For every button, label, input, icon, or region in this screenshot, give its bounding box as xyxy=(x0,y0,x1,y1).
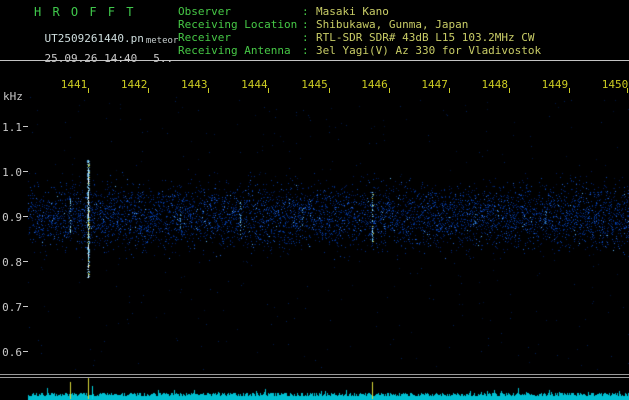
y-tick-mark xyxy=(23,261,28,262)
info-colon: : xyxy=(302,44,309,57)
x-tick-mark xyxy=(88,88,90,93)
header-counter: 5.. xyxy=(153,52,174,65)
info-colon: : xyxy=(302,5,309,18)
x-tick-mark xyxy=(448,88,450,93)
x-tick-label: 1448 xyxy=(481,78,509,91)
separator-line xyxy=(0,377,629,378)
x-tick-label: 1442 xyxy=(120,78,148,91)
x-tick-mark xyxy=(268,88,270,93)
x-tick-label: 1447 xyxy=(421,78,448,91)
info-row-location: Receiving Location: Shibukawa, Gunma, Jap… xyxy=(178,18,541,31)
header-separator-line xyxy=(0,60,629,61)
info-label: Observer xyxy=(178,5,231,18)
time-axis: 1441 1442 1443 1444 1445 1446 1447 1448 1449 1450 xyxy=(0,78,629,95)
info-label: Receiving Antenna xyxy=(178,44,291,57)
y-tick-label: 1.0 xyxy=(2,165,22,179)
info-row-observer: Observer: Masaki Kano xyxy=(178,5,541,18)
info-value: RTL-SDR SDR# 43dB L15 103.2MHz CW xyxy=(316,31,535,44)
y-tick-label: 0.6 xyxy=(2,345,22,359)
y-tick-mark xyxy=(23,351,28,352)
info-row-receiver: Receiver: RTL-SDR SDR# 43dB L15 103.2MHz … xyxy=(178,31,541,44)
x-tick-mark xyxy=(508,88,510,93)
y-tick-label: 0.8 xyxy=(2,255,22,269)
y-tick-mark xyxy=(23,306,28,307)
x-tick-label: 1445 xyxy=(301,78,328,91)
hrofft-window: H R O F F T UT2509261440.pn meteor 25.09.… xyxy=(0,0,629,400)
x-tick-mark xyxy=(388,88,390,93)
y-tick-label: 1.1 xyxy=(2,120,22,134)
x-tick-mark xyxy=(148,88,150,93)
info-colon: : xyxy=(302,31,309,44)
y-tick-label: 0.7 xyxy=(2,300,22,314)
x-tick-mark xyxy=(627,88,628,93)
info-row-antenna: Receiving Antenna:3el Yagi(V) Az 330 for… xyxy=(178,44,541,57)
app-title: H R O F F T xyxy=(34,5,136,19)
y-tick-mark xyxy=(23,126,28,127)
x-tick-mark xyxy=(328,88,330,93)
x-tick-label: 1446 xyxy=(361,78,388,91)
y-tick-mark xyxy=(23,171,28,172)
info-label: Receiver xyxy=(178,31,231,44)
datetime-line: 25.09.26 14:40 5.. xyxy=(18,39,174,78)
info-value: Masaki Kano xyxy=(316,5,389,18)
x-tick-label: 1450 xyxy=(601,78,629,91)
x-tick-mark xyxy=(568,88,570,93)
x-tick-label: 1443 xyxy=(181,78,208,91)
x-tick-label: 1441 xyxy=(60,78,88,91)
x-tick-mark xyxy=(208,88,210,93)
y-tick-label: 0.9 xyxy=(2,210,22,224)
x-tick-label: 1449 xyxy=(541,78,569,91)
info-value: Shibukawa, Gunma, Japan xyxy=(316,18,469,31)
info-value: 3el Yagi(V) Az 330 for Vladivostok xyxy=(316,44,542,57)
y-axis-unit-label: kHz xyxy=(3,90,23,103)
x-tick-label: 1444 xyxy=(241,78,268,91)
observation-info: Observer: Masaki Kano Receiving Location:… xyxy=(178,5,541,57)
info-label: Receiving Location xyxy=(178,18,298,31)
y-tick-mark xyxy=(23,216,28,217)
separator-line xyxy=(0,374,629,375)
observation-datetime: 25.09.26 14:40 xyxy=(44,52,138,65)
info-colon: : xyxy=(302,18,309,31)
